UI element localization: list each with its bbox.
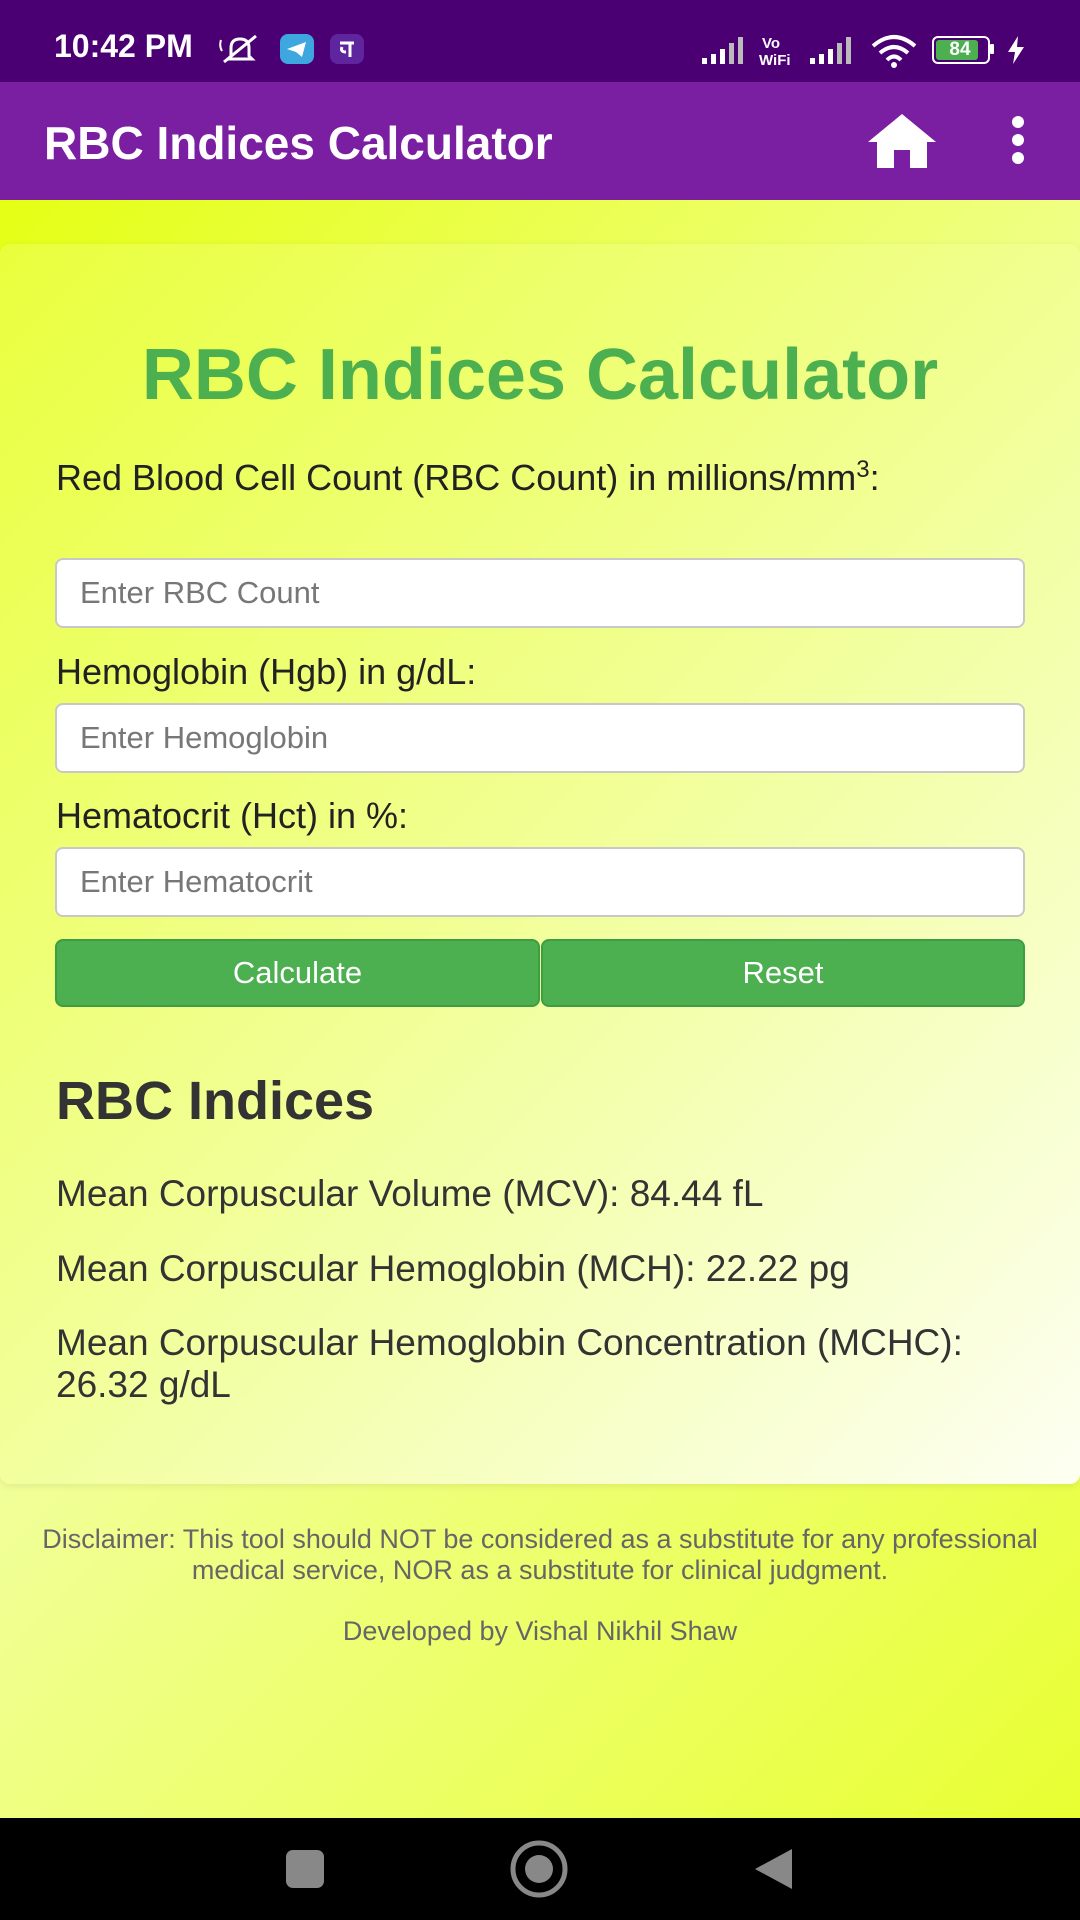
recents-icon: [286, 1850, 324, 1888]
home-circle-icon: [510, 1840, 568, 1898]
more-vertical-icon: [1012, 116, 1024, 164]
rbc-count-label-superscript: 3: [856, 456, 870, 483]
signal-icon: [810, 37, 851, 64]
hemoglobin-label: Hemoglobin (Hgb) in g/dL:: [56, 651, 477, 692]
developer-credit: Developed by Vishal Nikhil Shaw: [342, 1616, 738, 1646]
status-time: 10:42 PM: [54, 28, 193, 64]
rbc-count-label-suffix: :: [869, 457, 880, 498]
wifi-icon: [871, 35, 917, 68]
signal-icon: [702, 37, 743, 64]
hemoglobin-input[interactable]: [55, 703, 1025, 773]
battery-icon: 84: [932, 36, 994, 64]
home-button[interactable]: [866, 112, 938, 170]
navigation-bar: [0, 1818, 1080, 1920]
disclaimer-text: Disclaimer: This tool should NOT be cons…: [42, 1524, 1038, 1585]
app-bar: RBC Indices Calculator: [0, 82, 1080, 200]
mchc-result: Mean Corpuscular Hemoglobin Concentratio…: [56, 1322, 963, 1405]
mch-result: Mean Corpuscular Hemoglobin (MCH): 22.22…: [56, 1248, 850, 1289]
svg-text:Vo: Vo: [762, 35, 780, 52]
battery-level: 84: [949, 39, 971, 60]
home-icon: [868, 114, 936, 168]
recents-button[interactable]: [272, 1836, 338, 1902]
charging-icon: [1008, 36, 1024, 64]
rbc-count-input[interactable]: [55, 558, 1025, 628]
reset-button[interactable]: Reset: [541, 939, 1025, 1007]
vowifi-icon: Vo WiFi: [759, 35, 791, 68]
calculator-title: RBC Indices Calculator: [141, 335, 939, 415]
hematocrit-input[interactable]: [55, 847, 1025, 917]
calculator-card: RBC Indices Calculator Red Blood Cell Co…: [0, 244, 1080, 1484]
svg-text:WiFi: WiFi: [759, 52, 791, 68]
phonepe-icon: [330, 34, 364, 64]
hematocrit-label: Hematocrit (Hct) in %:: [56, 795, 409, 836]
telegram-icon: [280, 34, 314, 64]
back-icon: [755, 1849, 792, 1889]
status-bar: 10:42 PM Vo WiFi 84: [0, 0, 1080, 82]
calculate-button[interactable]: Calculate: [55, 939, 540, 1007]
overflow-menu-button[interactable]: [1000, 112, 1036, 170]
mute-icon: [219, 34, 257, 64]
home-nav-button[interactable]: [506, 1836, 572, 1902]
mcv-result: Mean Corpuscular Volume (MCV): 84.44 fL: [56, 1173, 764, 1214]
app-bar-title: RBC Indices Calculator: [44, 117, 553, 169]
results-heading: RBC Indices: [56, 1071, 375, 1131]
back-button[interactable]: [740, 1836, 806, 1902]
rbc-count-label-text: Red Blood Cell Count (RBC Count) in mill…: [56, 457, 857, 498]
rbc-count-label: Red Blood Cell Count (RBC Count) in mill…: [56, 454, 1036, 501]
